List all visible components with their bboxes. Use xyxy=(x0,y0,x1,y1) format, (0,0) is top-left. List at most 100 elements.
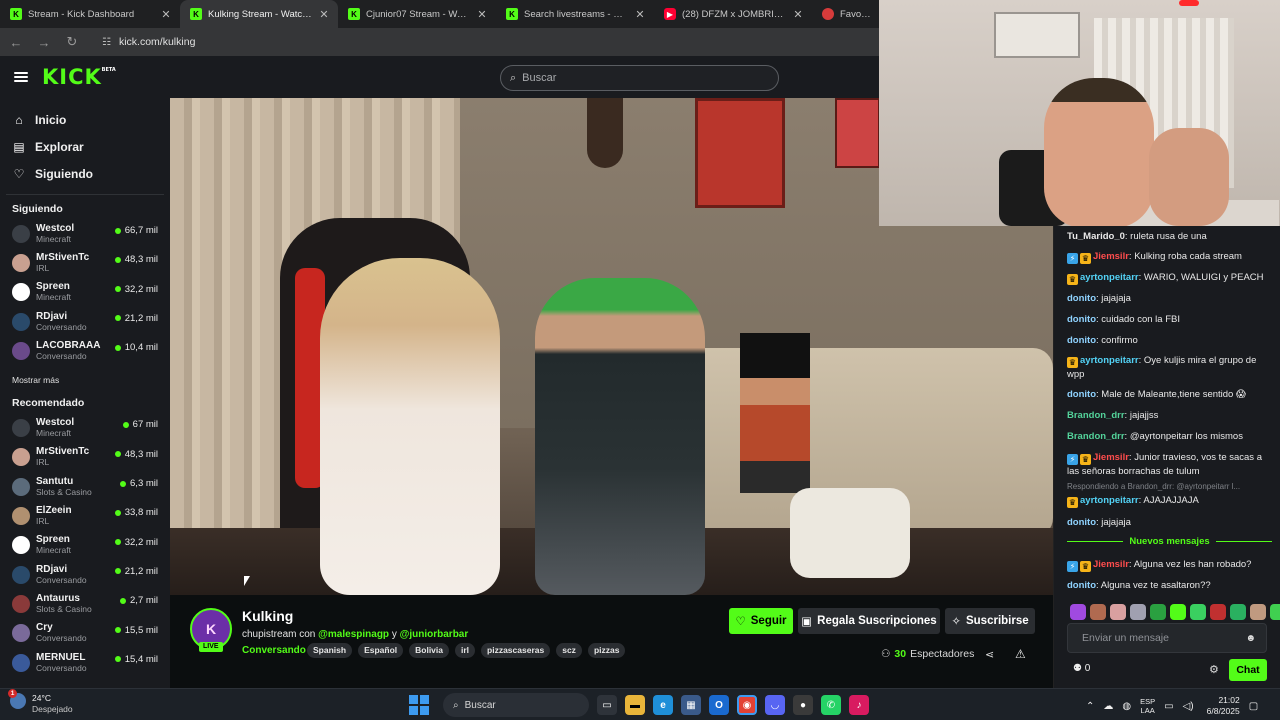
new-messages-divider[interactable]: Nuevos mensajes xyxy=(1067,535,1273,547)
taskbar-search[interactable]: ⌕ Buscar xyxy=(443,693,589,717)
sidebar-nav-inicio[interactable]: ⌂ Inicio xyxy=(0,106,170,133)
chrome-icon[interactable]: ◉ xyxy=(737,695,757,715)
chevron-up-icon[interactable]: ⌃ xyxy=(1086,701,1094,712)
cloud-icon[interactable]: ☁ xyxy=(1103,701,1113,712)
chat-message[interactable]: ⚡ ♛ Jiemsilr: Junior travieso, vos te saca… xyxy=(1067,451,1272,478)
chat-message[interactable]: donito: jajajaja xyxy=(1067,292,1272,305)
emote-icon[interactable] xyxy=(1210,604,1226,620)
stream-tag[interactable]: Español xyxy=(358,643,404,658)
report-icon[interactable]: ⚠ xyxy=(1015,647,1026,661)
sidebar-channel-row[interactable]: RDjavi Conversando 21,2 mil xyxy=(0,307,170,336)
stream-tag[interactable]: pizzascaseras xyxy=(481,643,551,658)
volume-icon[interactable]: ◁) xyxy=(1183,701,1194,712)
sidebar-nav-explorar[interactable]: ▤ Explorar xyxy=(0,133,170,160)
clock[interactable]: 21:02 6/8/2025 xyxy=(1207,695,1240,717)
chat-message[interactable]: donito: confirmo xyxy=(1067,334,1272,347)
language-indicator[interactable]: ESP LAA xyxy=(1140,697,1155,715)
chat-send-button[interactable]: Chat xyxy=(1229,659,1267,681)
chat-username[interactable]: donito xyxy=(1067,293,1096,304)
mention-link[interactable]: @juniorbarbar xyxy=(400,629,469,640)
chat-message[interactable]: donito: cuidado con la FBI xyxy=(1067,313,1272,326)
chat-message[interactable]: Tu_Marido_0: ruleta rusa de una xyxy=(1067,230,1272,243)
stream-tag[interactable]: pizzas xyxy=(587,643,626,658)
stream-tag[interactable]: scz xyxy=(556,643,582,658)
emote-icon[interactable] xyxy=(1170,604,1186,620)
chat-message[interactable]: ⚡ ♛ Jiemsilr: Alguna vez les han robado? xyxy=(1067,558,1272,572)
sidebar-channel-row[interactable]: Spreen Minecraft 32,2 mil xyxy=(0,531,170,560)
stream-tag[interactable]: Bolivia xyxy=(409,643,449,658)
chat-username[interactable]: donito xyxy=(1067,389,1096,400)
store-icon[interactable]: ▦ xyxy=(681,695,701,715)
chat-username[interactable]: Jiemsilr xyxy=(1093,251,1129,262)
emote-icon[interactable] xyxy=(1250,604,1266,620)
chat-message[interactable]: Brandon_drr: @ayrtonpeitarr los mismos xyxy=(1067,430,1272,443)
sidebar-channel-row[interactable]: Antaurus Slots & Casino 2,7 mil xyxy=(0,589,170,618)
chat-message[interactable]: ♛ ayrtonpeitarr: Oye kuljis mira el grupo… xyxy=(1067,354,1272,381)
sidebar-channel-row[interactable]: Cry Conversando 15,5 mil xyxy=(0,619,170,648)
follow-button[interactable]: ♡ Seguir xyxy=(729,608,793,634)
chat-username[interactable]: Tu_Marido_0 xyxy=(1067,231,1125,242)
sidebar-channel-row[interactable]: Spreen Minecraft 32,2 mil xyxy=(0,278,170,307)
chat-message-input[interactable]: Enviar un mensaje ☻ xyxy=(1067,623,1267,653)
emote-icon[interactable] xyxy=(1230,604,1246,620)
gift-subscriptions-button[interactable]: ▣ Regala Suscripciones xyxy=(798,608,940,634)
sidebar-channel-row[interactable]: MrStivenTc IRL 48,3 mil xyxy=(0,248,170,277)
edge-icon[interactable]: e xyxy=(653,695,673,715)
sidebar-channel-row[interactable]: Westcol Minecraft 67 mil xyxy=(0,413,170,442)
chat-message[interactable]: ♛ ayrtonpeitarr: AJAJAJJAJA xyxy=(1067,494,1272,508)
browser-tab-cjunior[interactable]: K Cjunior07 Stream - Watch Live on Kick … xyxy=(338,0,496,28)
channel-points[interactable]: ⚉ 0 xyxy=(1073,663,1090,674)
tray-app-icon[interactable]: ◍ xyxy=(1122,701,1131,712)
kick-logo[interactable]: KICK BETA xyxy=(42,65,116,89)
task-view-icon[interactable]: ▭ xyxy=(597,695,617,715)
chat-settings-gear-icon[interactable]: ⚙ xyxy=(1209,663,1219,676)
chat-message[interactable]: Brandon_drr: jajajjss xyxy=(1067,409,1272,422)
emote-icon[interactable] xyxy=(1190,604,1206,620)
network-icon[interactable]: ▭ xyxy=(1164,701,1173,712)
chat-username[interactable]: ayrtonpeitarr xyxy=(1080,495,1139,506)
weather-widget[interactable]: 1 24°C Despejado xyxy=(8,689,73,715)
chat-username[interactable]: donito xyxy=(1067,335,1096,346)
sidebar-channel-row[interactable]: Santutu Slots & Casino 6,3 mil xyxy=(0,472,170,501)
share-icon[interactable]: ⋖ xyxy=(985,648,994,661)
notifications-icon[interactable]: ▢ xyxy=(1249,701,1258,712)
chat-message[interactable]: donito: jajajaja xyxy=(1067,516,1272,529)
emote-icon[interactable] xyxy=(1070,604,1086,620)
chat-message[interactable]: ♛ ayrtonpeitarr: WARIO, WALUIGI y PEACH xyxy=(1067,271,1272,285)
sidebar-channel-row[interactable]: Westcol Minecraft 66,7 mil xyxy=(0,219,170,248)
search-input[interactable]: ⌕ Buscar xyxy=(500,65,779,91)
menu-icon[interactable] xyxy=(14,72,28,82)
emote-icon[interactable] xyxy=(1270,604,1280,620)
chat-username[interactable]: ayrtonpeitarr xyxy=(1080,355,1139,366)
chat-username[interactable]: donito xyxy=(1067,314,1096,325)
sidebar-channel-row[interactable]: LACOBRAAA Conversando 10,4 mil xyxy=(0,336,170,365)
close-tab-icon[interactable]: ✕ xyxy=(160,8,172,21)
site-info-icon[interactable]: ☷ xyxy=(102,37,111,48)
chat-username[interactable]: ayrtonpeitarr xyxy=(1080,272,1139,283)
obs-icon[interactable]: ● xyxy=(793,695,813,715)
chat-message[interactable]: ⚡ ♛ Jiemsilr: Kulking roba cada stream xyxy=(1067,250,1272,264)
emote-icon[interactable] xyxy=(1130,604,1146,620)
chat-username[interactable]: donito xyxy=(1067,580,1096,591)
emoji-picker-icon[interactable]: ☻ xyxy=(1245,633,1256,644)
browser-tab-youtube[interactable]: ▶ (28) DFZM x JOMBRIEL x JOWELL ✕ xyxy=(654,0,812,28)
emote-icon[interactable] xyxy=(1150,604,1166,620)
windows-start-icon[interactable] xyxy=(409,695,429,715)
browser-tab-dashboard[interactable]: K Stream - Kick Dashboard ✕ xyxy=(0,0,180,28)
subscribe-button[interactable]: ✧ Suscribirse xyxy=(945,608,1035,634)
chat-username[interactable]: Brandon_drr xyxy=(1067,431,1125,442)
chat-username[interactable]: Jiemsilr xyxy=(1093,452,1129,463)
browser-tab-kulking[interactable]: K Kulking Stream - Watch Live on Kick ✕ xyxy=(180,0,338,28)
chat-message[interactable]: donito: Male de Maleante,tiene sentido 😱 xyxy=(1067,388,1272,401)
close-tab-icon[interactable]: ✕ xyxy=(318,8,330,21)
close-tab-icon[interactable]: ✕ xyxy=(792,8,804,21)
close-tab-icon[interactable]: ✕ xyxy=(476,8,488,21)
sidebar-channel-row[interactable]: RDjavi Conversando 21,2 mil xyxy=(0,560,170,589)
chat-username[interactable]: Brandon_drr xyxy=(1067,410,1125,421)
channel-name[interactable]: Kulking xyxy=(242,608,293,624)
discord-icon[interactable]: ◡ xyxy=(765,695,785,715)
file-explorer-icon[interactable]: ▬ xyxy=(625,695,645,715)
stream-category-link[interactable]: Conversando xyxy=(242,645,306,656)
close-tab-icon[interactable]: ✕ xyxy=(634,8,646,21)
outlook-icon[interactable]: O xyxy=(709,695,729,715)
